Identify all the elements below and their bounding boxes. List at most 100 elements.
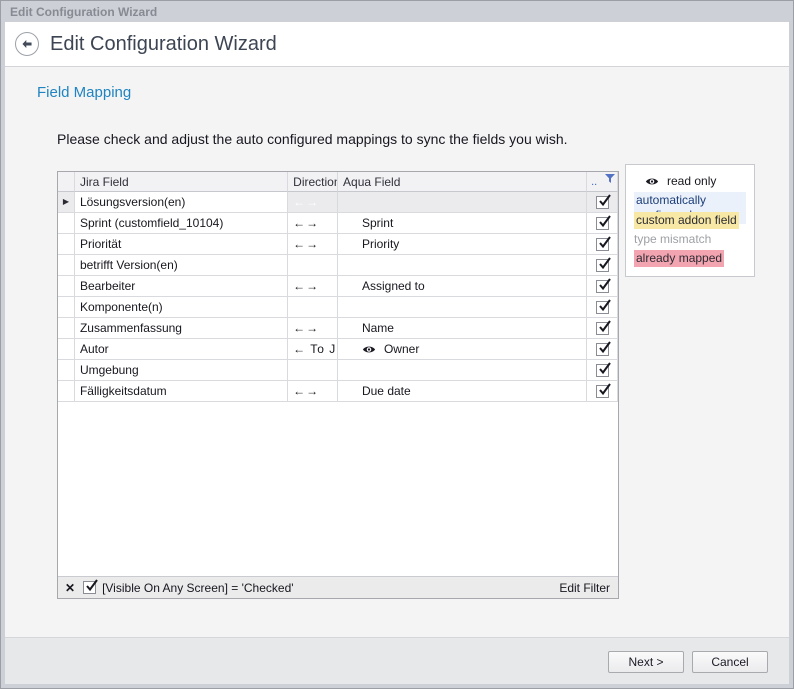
checked-cell[interactable] <box>587 381 618 402</box>
direction-cell[interactable]: ←→ <box>288 276 338 297</box>
legend-item-label: type mismatch <box>634 231 713 248</box>
row-indicator-cell <box>58 339 75 360</box>
client-area: Edit Configuration Wizard Field Mapping … <box>5 22 789 684</box>
column-header-aqua-field[interactable]: Aqua Field <box>338 172 587 192</box>
row-checkbox[interactable] <box>596 343 609 356</box>
row-indicator-cell <box>58 213 75 234</box>
checked-cell[interactable] <box>587 360 618 381</box>
back-arrow-icon <box>20 37 34 51</box>
aqua-field-cell[interactable]: Due date <box>338 381 587 402</box>
table-row[interactable]: betrifft Version(en) <box>58 255 618 276</box>
row-checkbox[interactable] <box>596 301 609 314</box>
direction-cell[interactable] <box>288 255 338 276</box>
checked-cell[interactable] <box>587 339 618 360</box>
checked-cell[interactable] <box>587 192 618 213</box>
table-row[interactable]: ▶ Lösungsversion(en)←→ <box>58 192 618 213</box>
back-button[interactable] <box>15 32 39 56</box>
next-button[interactable]: Next > <box>608 651 684 673</box>
jira-field-cell[interactable]: Sprint (customfield_10104) <box>75 213 288 234</box>
row-checkbox[interactable] <box>596 385 609 398</box>
checked-cell[interactable] <box>587 276 618 297</box>
direction-cell[interactable]: ←→ <box>288 234 338 255</box>
legend-read-only: read only <box>634 172 746 190</box>
aqua-field-value: Name <box>362 321 394 335</box>
legend-item-label: already mapped <box>634 250 724 267</box>
filter-bar: ✕ [Visible On Any Screen] = 'Checked' Ed… <box>58 576 618 598</box>
table-row[interactable]: Priorität←→ Priority <box>58 234 618 255</box>
direction-cell[interactable]: ←→ <box>288 192 338 213</box>
titlebar[interactable]: Edit Configuration Wizard <box>5 1 789 22</box>
cancel-button[interactable]: Cancel <box>692 651 768 673</box>
section-heading: Field Mapping <box>37 84 131 101</box>
row-checkbox[interactable] <box>596 196 609 209</box>
checked-cell[interactable] <box>587 234 618 255</box>
row-checkbox[interactable] <box>596 238 609 251</box>
direction-cell[interactable] <box>288 360 338 381</box>
table-row[interactable]: Umgebung <box>58 360 618 381</box>
direction-cell[interactable]: ←→ <box>288 213 338 234</box>
table-row[interactable]: Bearbeiter←→Assigned to <box>58 276 618 297</box>
direction-cell[interactable]: ←→ <box>288 318 338 339</box>
jira-field-cell[interactable]: betrifft Version(en) <box>75 255 288 276</box>
legend-item-label: custom addon field <box>634 212 739 229</box>
aqua-field-cell[interactable]: Sprint <box>338 213 587 234</box>
current-row-indicator: ▶ <box>63 198 69 206</box>
aqua-field-cell[interactable] <box>338 297 587 318</box>
jira-field-cell[interactable]: Autor <box>75 339 288 360</box>
eye-icon <box>645 177 659 186</box>
filter-enabled-checkbox[interactable] <box>83 581 96 594</box>
wizard-window: Edit Configuration Wizard Edit Configura… <box>0 0 794 689</box>
clear-filter-button[interactable]: ✕ <box>65 581 75 595</box>
jira-field-cell[interactable]: Zusammenfassung <box>75 318 288 339</box>
indicator-header-cell <box>58 172 75 192</box>
table-row[interactable]: Sprint (customfield_10104)←→ Sprint <box>58 213 618 234</box>
aqua-field-value: Sprint <box>362 216 393 230</box>
row-indicator-cell <box>58 360 75 381</box>
direction-cell[interactable]: ←→ <box>288 381 338 402</box>
jira-field-cell[interactable]: Lösungsversion(en) <box>75 192 288 213</box>
filter-funnel-icon[interactable] <box>605 174 615 183</box>
legend-item-addon: custom addon field <box>634 211 746 229</box>
column-header-jira-field[interactable]: Jira Field <box>75 172 288 192</box>
aqua-field-cell[interactable]: Priority <box>338 234 587 255</box>
aqua-field-cell[interactable]: Assigned to <box>338 276 587 297</box>
row-checkbox[interactable] <box>596 280 609 293</box>
checked-cell[interactable] <box>587 318 618 339</box>
row-checkbox[interactable] <box>596 259 609 272</box>
aqua-field-cell[interactable]: Owner <box>338 339 587 360</box>
row-checkbox[interactable] <box>596 217 609 230</box>
aqua-field-cell[interactable] <box>338 192 587 213</box>
jira-field-cell[interactable]: Umgebung <box>75 360 288 381</box>
edit-filter-button[interactable]: Edit Filter <box>559 581 610 595</box>
table-row[interactable]: Autor← To JiraOwner <box>58 339 618 360</box>
checked-cell[interactable] <box>587 255 618 276</box>
aqua-field-value: Priority <box>362 237 399 251</box>
table-row[interactable]: Zusammenfassung←→ Name <box>58 318 618 339</box>
checked-cell[interactable] <box>587 213 618 234</box>
row-indicator-cell: ▶ <box>58 192 75 213</box>
column-header-checked[interactable]: .. <box>587 172 618 192</box>
jira-field-cell[interactable]: Fälligkeitsdatum <box>75 381 288 402</box>
instruction-text: Please check and adjust the auto configu… <box>57 131 568 147</box>
page-title: Edit Configuration Wizard <box>50 33 277 56</box>
aqua-field-cell[interactable] <box>338 255 587 276</box>
direction-cell[interactable]: ← To Jira <box>288 339 338 360</box>
row-checkbox[interactable] <box>596 322 609 335</box>
jira-field-cell[interactable]: Priorität <box>75 234 288 255</box>
more-columns-label: .. <box>591 176 597 188</box>
column-header-direction[interactable]: Direction <box>288 172 338 192</box>
table-row[interactable]: Komponente(n) <box>58 297 618 318</box>
aqua-field-cell[interactable] <box>338 360 587 381</box>
jira-field-cell[interactable]: Bearbeiter <box>75 276 288 297</box>
jira-field-cell[interactable]: Komponente(n) <box>75 297 288 318</box>
legend-item-mapped: already mapped <box>634 249 746 267</box>
aqua-field-cell[interactable]: Name <box>338 318 587 339</box>
row-checkbox[interactable] <box>596 364 609 377</box>
table-row[interactable]: Fälligkeitsdatum←→Due date <box>58 381 618 402</box>
row-indicator-cell <box>58 297 75 318</box>
mapping-grid: Jira Field Direction Aqua Field .. ▶ Lösu… <box>57 171 619 599</box>
direction-cell[interactable] <box>288 297 338 318</box>
row-indicator-cell <box>58 381 75 402</box>
grid-empty-area <box>58 402 618 576</box>
checked-cell[interactable] <box>587 297 618 318</box>
